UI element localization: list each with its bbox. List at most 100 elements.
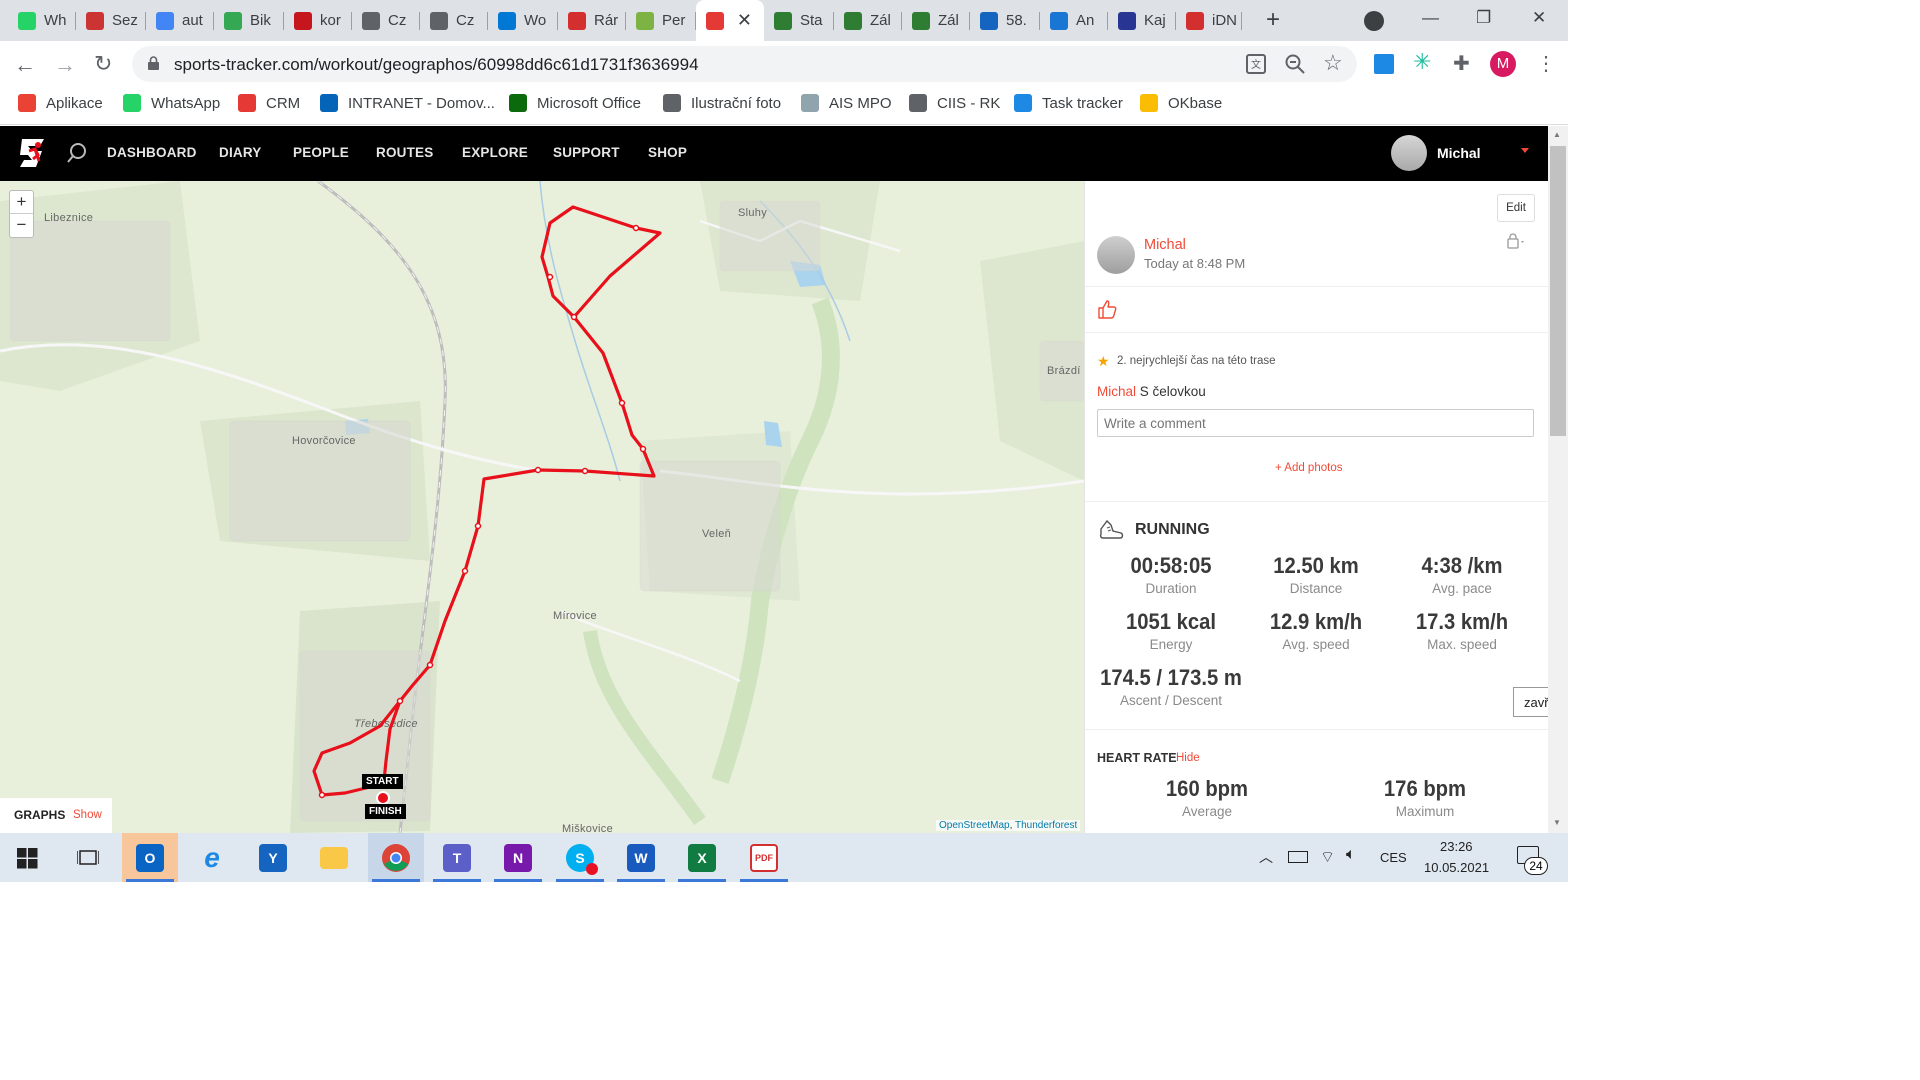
browser-tab[interactable]: Bik xyxy=(214,0,284,41)
restore-icon[interactable]: ❐ xyxy=(1476,8,1491,28)
bookmark-item[interactable]: INTRANET - Domov... xyxy=(320,94,495,112)
browser-tab[interactable]: Zál xyxy=(834,0,902,41)
taskbar-pdf[interactable]: PDF xyxy=(736,833,792,882)
chrome-menu-icon[interactable]: ⋮ xyxy=(1536,51,1556,76)
translate-icon[interactable]: 文 xyxy=(1246,54,1266,74)
reload-icon[interactable]: ↻ xyxy=(94,51,112,77)
windows-start-icon[interactable] xyxy=(17,848,38,874)
browser-tab[interactable]: kor xyxy=(284,0,352,41)
window-close-icon[interactable]: ✕ xyxy=(1532,8,1546,28)
bookmark-item[interactable]: OKbase xyxy=(1140,94,1222,112)
taskbar-internet-explorer[interactable]: e xyxy=(184,833,240,882)
privacy-lock-icon[interactable] xyxy=(1507,233,1527,254)
extensions-puzzle-icon[interactable]: ✚ xyxy=(1453,51,1470,76)
browser-tab[interactable]: aut xyxy=(146,0,214,41)
bookmark-item[interactable]: CIIS - RK xyxy=(909,94,1000,112)
taskbar-skype[interactable]: S xyxy=(552,833,608,882)
clock-date[interactable]: 10.05.2021 xyxy=(1424,860,1489,875)
zoom-out-button[interactable]: − xyxy=(10,214,33,237)
battery-icon[interactable] xyxy=(1288,851,1308,863)
star-bookmark-icon[interactable]: ☆ xyxy=(1323,50,1343,76)
new-tab-button[interactable]: + xyxy=(1266,6,1280,34)
page-scrollbar[interactable]: ▲ ▼ xyxy=(1548,126,1568,833)
bookmark-item[interactable]: Ilustrační foto xyxy=(663,94,781,112)
browser-tab[interactable]: Sez xyxy=(76,0,146,41)
user-name[interactable]: Michal xyxy=(1437,145,1481,161)
browser-tab[interactable]: 58. xyxy=(970,0,1040,41)
route-map[interactable]: Libeznice Sluhy Brázdí Hovorčovice Veleň… xyxy=(0,181,1084,833)
taskbar-yammer[interactable]: Y xyxy=(245,833,301,882)
browser-tab[interactable]: Wh xyxy=(8,0,76,41)
zoom-in-button[interactable]: + xyxy=(10,191,33,214)
scrollbar-thumb[interactable] xyxy=(1550,146,1566,436)
bookmark-item[interactable]: WhatsApp xyxy=(123,94,220,112)
nav-diary[interactable]: DIARY xyxy=(219,145,262,160)
comment-input[interactable] xyxy=(1097,409,1534,437)
forward-icon[interactable]: → xyxy=(54,52,76,78)
add-photos-link[interactable]: + Add photos xyxy=(1275,462,1342,474)
nav-shop[interactable]: SHOP xyxy=(648,145,687,160)
taskbar-file-explorer[interactable] xyxy=(306,833,362,882)
nav-explore[interactable]: EXPLORE xyxy=(462,145,528,160)
browser-tab[interactable]: An xyxy=(1040,0,1108,41)
browser-tab[interactable]: Kaj xyxy=(1108,0,1176,41)
author-avatar[interactable] xyxy=(1097,236,1135,274)
wifi-icon[interactable]: ⌔ xyxy=(1320,847,1335,867)
bookmark-item[interactable]: Microsoft Office xyxy=(509,94,641,112)
browser-tab[interactable]: Zál xyxy=(902,0,970,41)
taskbar-onenote[interactable]: N xyxy=(490,833,546,882)
attribution-thunderforest-link[interactable]: Thunderforest xyxy=(1015,820,1077,831)
browser-tab[interactable]: Cz xyxy=(420,0,488,41)
browser-tab[interactable]: iDN xyxy=(1176,0,1242,41)
edit-button[interactable]: Edit xyxy=(1497,194,1535,222)
bookmark-item[interactable]: Aplikace xyxy=(18,94,103,112)
clock-time[interactable]: 23:26 xyxy=(1440,839,1473,854)
browser-tab[interactable]: Sta xyxy=(764,0,834,41)
attribution-osm-link[interactable]: OpenStreetMap xyxy=(939,820,1010,831)
user-menu-caret-icon[interactable] xyxy=(1521,148,1529,153)
browser-tab[interactable]: Per xyxy=(626,0,696,41)
tray-chevron-icon[interactable]: ︿ xyxy=(1259,847,1273,867)
graphs-show-link[interactable]: Show xyxy=(73,809,102,821)
bookmark-item[interactable]: CRM xyxy=(238,94,300,112)
address-bar[interactable]: sports-tracker.com/workout/geographos/60… xyxy=(132,46,1357,82)
task-view-icon[interactable] xyxy=(76,847,100,874)
bookmark-item[interactable]: AIS MPO xyxy=(801,94,892,112)
taskbar-teams[interactable]: T xyxy=(429,833,485,882)
nav-routes[interactable]: ROUTES xyxy=(376,145,433,160)
search-icon[interactable] xyxy=(66,142,88,169)
close-popup-button[interactable]: zavřít xyxy=(1513,687,1548,717)
taskbar-chrome[interactable] xyxy=(368,833,424,882)
user-avatar[interactable] xyxy=(1391,135,1427,171)
zoom-icon[interactable] xyxy=(1284,53,1306,80)
taskbar-word[interactable]: W xyxy=(613,833,669,882)
browser-tab[interactable]: Rár xyxy=(558,0,626,41)
like-thumb-icon[interactable] xyxy=(1097,299,1117,324)
scroll-up-icon[interactable]: ▲ xyxy=(1553,130,1561,139)
volume-icon[interactable]: 🔈︎ xyxy=(1346,846,1356,864)
nav-dashboard[interactable]: DASHBOARD xyxy=(107,145,197,160)
author-name[interactable]: Michal xyxy=(1144,237,1186,253)
bookmark-item[interactable]: Task tracker xyxy=(1014,94,1123,112)
tab-search-icon[interactable] xyxy=(1364,11,1384,31)
browser-tab[interactable]: Wo xyxy=(488,0,558,41)
extension-asterisk-icon[interactable]: ✳ xyxy=(1413,49,1431,75)
tab-close-icon[interactable]: ✕ xyxy=(737,10,752,31)
nav-people[interactable]: PEOPLE xyxy=(293,145,349,160)
taskbar-excel[interactable]: X xyxy=(674,833,730,882)
keyboard-language[interactable]: CES xyxy=(1380,850,1407,865)
description-author[interactable]: Michal xyxy=(1097,384,1136,399)
scroll-down-icon[interactable]: ▼ xyxy=(1553,818,1561,827)
browser-tab[interactable]: Cz xyxy=(352,0,420,41)
taskbar-outlook[interactable]: O xyxy=(122,833,178,882)
browser-tab[interactable]: ✕ xyxy=(696,0,764,41)
extension-trello-icon[interactable] xyxy=(1374,54,1394,74)
minimize-icon[interactable]: — xyxy=(1422,8,1439,28)
finish-marker[interactable]: FINISH xyxy=(365,804,406,819)
heart-rate-hide-link[interactable]: Hide xyxy=(1176,752,1200,764)
start-marker[interactable]: START xyxy=(362,774,403,789)
profile-avatar[interactable]: M xyxy=(1490,51,1516,77)
back-icon[interactable]: ← xyxy=(14,52,36,78)
sports-tracker-logo-icon[interactable] xyxy=(18,137,48,169)
nav-support[interactable]: SUPPORT xyxy=(553,145,620,160)
